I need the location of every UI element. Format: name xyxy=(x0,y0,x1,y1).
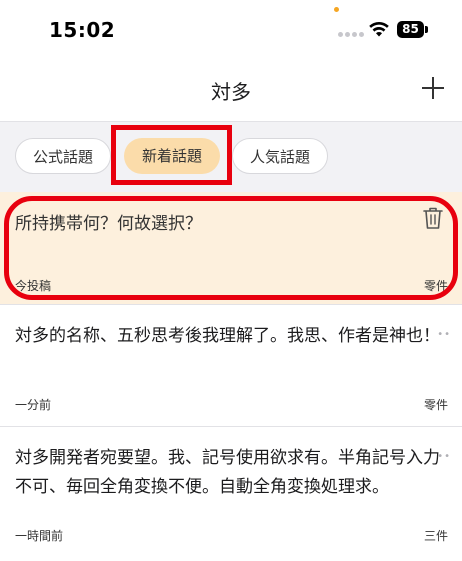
post-highlight-annotation xyxy=(4,196,458,300)
list-item[interactable]: 対多開発者宛要望。我、記号使用欲求有。半角記号入力不可、毎回全角変換不便。自動全… xyxy=(0,426,462,561)
tab-official-topics[interactable]: 公式話題 xyxy=(15,138,111,174)
tab-highlight-annotation xyxy=(111,125,232,185)
plus-icon[interactable] xyxy=(420,76,446,102)
list-item[interactable]: 対多的名称、五秒思考後我理解了。我思、作者是神也！ •• 一分前 零件 xyxy=(0,304,462,427)
wifi-icon xyxy=(369,21,389,37)
more-icon[interactable]: •• xyxy=(437,329,451,340)
post-time: 一時間前 xyxy=(15,529,64,543)
post-body: 対多開発者宛要望。我、記号使用欲求有。半角記号入力不可、毎回全角変換不便。自動全… xyxy=(15,448,440,497)
post-time: 一分前 xyxy=(15,398,52,412)
page-title: 対多 xyxy=(211,80,251,104)
more-icon[interactable]: •• xyxy=(437,451,451,462)
topic-tab-bar: 公式話題 新着話題 人気話題 xyxy=(0,121,462,193)
battery-level: 85 xyxy=(397,21,424,38)
cellular-signal-icon xyxy=(338,32,364,38)
post-body: 対多的名称、五秒思考後我理解了。我思、作者是神也！ xyxy=(15,326,440,346)
post-reply-count: 三件 xyxy=(423,529,448,543)
privacy-indicator xyxy=(334,7,339,12)
highlighted-post[interactable]: 所持携帯何？何故選択？ 今投稿 零件 xyxy=(0,192,462,304)
status-bar: 15:02 85 xyxy=(0,0,462,62)
status-time: 15:02 xyxy=(49,18,116,42)
post-reply-count: 零件 xyxy=(423,398,448,412)
battery-icon: 85 xyxy=(397,21,428,38)
tab-popular-topics[interactable]: 人気話題 xyxy=(232,138,328,174)
